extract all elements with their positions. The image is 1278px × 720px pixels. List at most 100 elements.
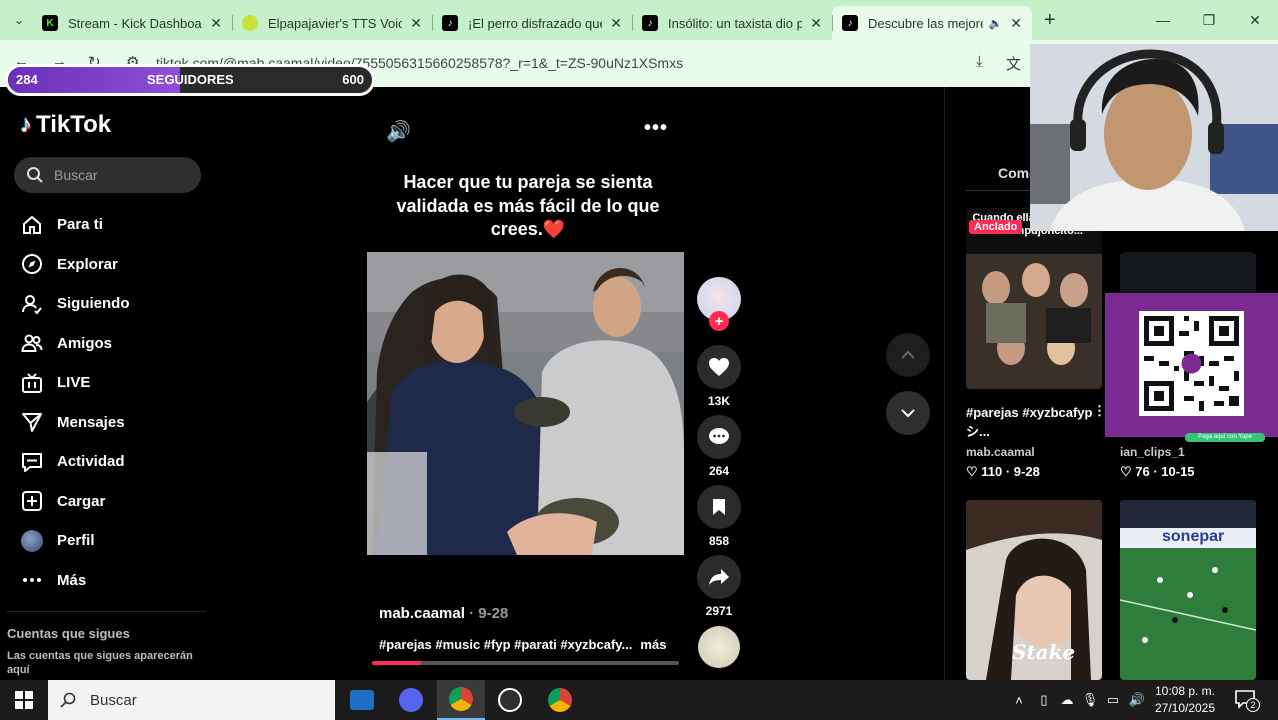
search-input[interactable]: Buscar (14, 157, 201, 193)
follow-plus-button[interactable]: + (709, 311, 729, 331)
video-player[interactable] (367, 252, 684, 555)
follower-goal-label: SEGUIDORES (147, 72, 234, 87)
previous-video-button[interactable] (886, 333, 930, 377)
close-tab-icon[interactable]: ✕ (410, 15, 422, 32)
divider (6, 611, 206, 612)
outlook-app[interactable] (338, 680, 386, 720)
maximize-button[interactable]: ❐ (1186, 0, 1232, 40)
volume-icon[interactable]: 🔊 (1128, 680, 1146, 720)
video-progress-bar[interactable] (372, 661, 679, 665)
tiktok-icon: ♪ (642, 15, 658, 31)
discord-icon (399, 688, 423, 712)
more-options-icon[interactable]: ••• (644, 117, 668, 140)
obs-app[interactable] (486, 680, 534, 720)
qr-code-image (1139, 311, 1244, 416)
qr-caption: Paga aquí con Yape (1185, 433, 1265, 442)
upload-icon (20, 489, 44, 513)
clock-date: 27/10/2025 (1154, 701, 1216, 715)
tab-tts-voice[interactable]: Elpapajavier's TTS Voice ✕ (232, 6, 432, 40)
onedrive-icon[interactable]: ☁ (1058, 680, 1076, 720)
chrome-app[interactable] (536, 680, 584, 720)
tab-insolito-taxista[interactable]: ♪ Insólito: un taxista dio po ✕ (632, 6, 832, 40)
bookmark-icon (713, 499, 725, 515)
close-tab-icon[interactable]: ✕ (1010, 15, 1022, 32)
device-icon[interactable]: ▯ (1036, 680, 1052, 720)
outlook-icon (350, 690, 374, 710)
close-window-button[interactable]: ✕ (1232, 0, 1278, 40)
following-icon (20, 292, 44, 316)
obs-icon (498, 688, 522, 712)
share-count: 2971 (705, 604, 733, 618)
browser-tab-bar: ⌄ K Stream - Kick Dashboard ✕ Elpapajavi… (0, 0, 1278, 40)
translate-icon[interactable]: 文 (1006, 53, 1021, 74)
show-hidden-icons[interactable]: ˄ (1010, 680, 1028, 720)
minimize-button[interactable]: — (1140, 0, 1186, 40)
new-tab-button[interactable]: + (1044, 9, 1056, 32)
more-link[interactable]: más (640, 637, 666, 652)
close-tab-icon[interactable]: ✕ (810, 15, 822, 32)
start-button[interactable] (0, 680, 48, 720)
sidebar-item-live[interactable]: LIVE (20, 363, 130, 403)
video-thumbnail[interactable]: Stake (966, 500, 1102, 680)
tab-kick-dashboard[interactable]: K Stream - Kick Dashboard ✕ (32, 6, 232, 40)
window-controls: — ❐ ✕ (1140, 0, 1278, 40)
sidebar-item-actividad[interactable]: Actividad (20, 442, 130, 482)
home-icon (20, 213, 44, 237)
sponsor-banner: sonepar (1162, 528, 1225, 545)
comment-button[interactable] (697, 415, 741, 459)
author-name[interactable]: mab.caamal (379, 605, 465, 622)
notifications-button[interactable]: 2 (1234, 688, 1260, 715)
tab-title: Elpapajavier's TTS Voice (268, 15, 403, 31)
sidebar-item-siguiendo[interactable]: Siguiendo (20, 284, 130, 324)
thumbnail-image (1120, 500, 1256, 680)
tab-search-button[interactable]: ⌄ (6, 7, 32, 33)
install-app-icon[interactable]: ⤓ (976, 53, 983, 70)
activity-icon (20, 450, 44, 474)
stake-watermark: Stake (1012, 640, 1076, 664)
system-clock[interactable]: 10:08 p. m. 27/10/2025 (1150, 683, 1220, 717)
sidebar-item-label: Mensajes (57, 413, 125, 431)
follower-goal-bar: 284 SEGUIDORES 600 (5, 64, 375, 96)
tab-perro-disfrazado[interactable]: ♪ ¡El perro disfrazado que ✕ (432, 6, 632, 40)
close-tab-icon[interactable]: ✕ (610, 15, 622, 32)
sidebar-item-para-ti[interactable]: Para ti (20, 205, 130, 245)
sidebar-item-amigos[interactable]: Amigos (20, 324, 130, 364)
sound-icon[interactable]: 🔊 (386, 119, 411, 144)
friends-icon (20, 331, 44, 355)
video-username[interactable]: ian_clips_1 (1120, 445, 1185, 459)
chrome-icon (449, 687, 473, 711)
network-icon[interactable]: ▭ (1104, 680, 1122, 720)
taskbar-search[interactable]: Buscar (48, 680, 335, 720)
video-username[interactable]: mab.caamal (966, 445, 1035, 459)
close-tab-icon[interactable]: ✕ (210, 15, 222, 32)
share-button[interactable] (697, 555, 741, 599)
like-button[interactable] (697, 345, 741, 389)
music-disc[interactable] (698, 626, 740, 668)
sidebar-item-cargar[interactable]: Cargar (20, 482, 130, 522)
comment-icon (709, 428, 729, 444)
next-video-button[interactable] (886, 391, 930, 435)
sidebar-item-mas[interactable]: Más (20, 561, 130, 601)
video-author[interactable]: mab.caamal · 9-28 (379, 605, 508, 622)
chrome-app-active[interactable] (437, 680, 485, 720)
tiktok-icon: ♪ (442, 15, 458, 31)
sidebar-item-perfil[interactable]: Perfil (20, 521, 130, 561)
hashtags-text[interactable]: #parejas #music #fyp #parati #xyzbcafy..… (379, 637, 632, 652)
more-options-icon[interactable]: ⋮ (1093, 401, 1106, 420)
tab-descubre-mejores[interactable]: ♪ Descubre las mejores 🔈 ✕ (832, 6, 1032, 40)
tab-title: ¡El perro disfrazado que (468, 15, 603, 31)
windows-taskbar: Buscar ˄ ▯ ☁ 🎙 ▭ 🔊 10:08 p. m. 27/10/202… (0, 680, 1278, 720)
tab-audio-icon[interactable]: 🔈 (989, 17, 1003, 30)
video-title[interactable]: #parejas #xyzbcafypシ... (966, 403, 1096, 441)
video-hashtags: #parejas #music #fyp #parati #xyzbcafy..… (379, 637, 666, 652)
sidebar-item-label: LIVE (57, 374, 91, 392)
video-thumbnail[interactable]: sonepar (1120, 500, 1256, 680)
search-icon (60, 692, 76, 708)
save-button[interactable] (697, 485, 741, 529)
tiktok-logo[interactable]: ♪ TikTok (20, 111, 111, 139)
divider (944, 87, 945, 680)
sidebar-item-mensajes[interactable]: Mensajes (20, 403, 130, 443)
discord-app[interactable] (387, 680, 435, 720)
microphone-icon[interactable]: 🎙 (1082, 680, 1099, 720)
sidebar-item-explorar[interactable]: Explorar (20, 245, 130, 285)
